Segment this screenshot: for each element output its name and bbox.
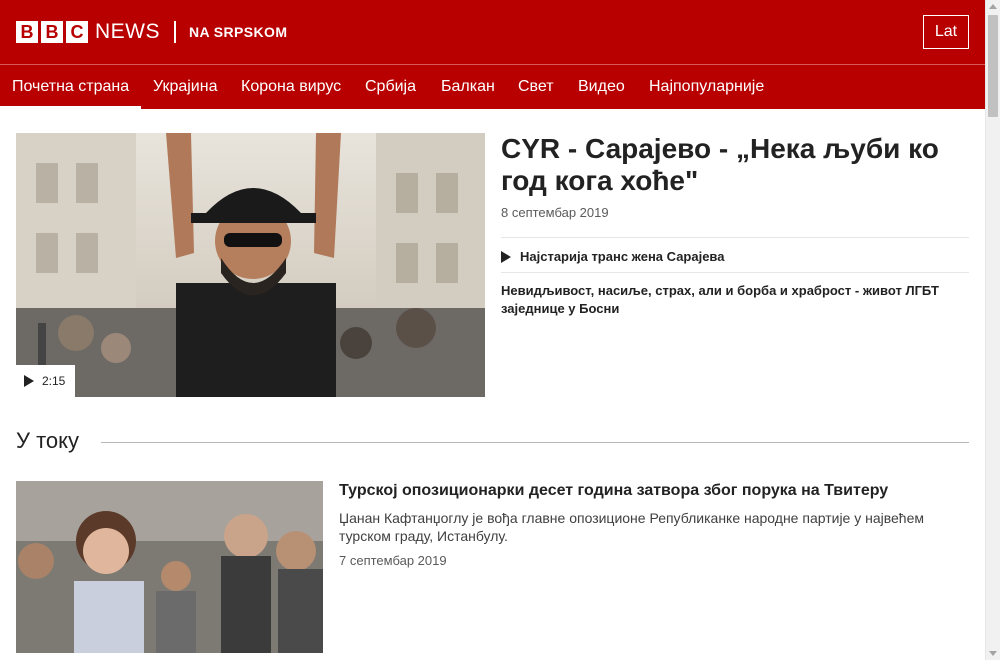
logo-subtitle: NA SRPSKOM: [189, 24, 288, 40]
section-divider: [101, 442, 969, 443]
bbc-blocks: B B C: [16, 21, 88, 43]
site-header: B B C NEWS NA SRPSKOM Lat: [0, 0, 985, 64]
nav-item-world[interactable]: Свет: [518, 65, 554, 109]
section-heading: У току: [16, 428, 80, 453]
bbc-news-logo[interactable]: B B C NEWS NA SRPSKOM: [16, 20, 287, 44]
nav-item-home[interactable]: Почетна страна: [0, 65, 142, 109]
story-headline[interactable]: Турској опозиционарки десет година затво…: [339, 481, 969, 501]
play-icon: [501, 251, 511, 263]
scroll-down-arrow-icon[interactable]: [989, 651, 997, 656]
photo-placeholder-icon: [16, 481, 323, 653]
related-video-title: Најстарија транс жена Сарајева: [520, 248, 725, 264]
hero-video-thumbnail[interactable]: 2:15: [16, 133, 485, 397]
nav-item-coronavirus[interactable]: Корона вирус: [241, 65, 341, 109]
nav-item-serbia[interactable]: Србија: [365, 65, 416, 109]
story-date: 7 септембар 2019: [339, 553, 447, 568]
hero-divider-2: [501, 272, 969, 273]
video-duration: 2:15: [42, 374, 66, 388]
scroll-up-arrow-icon[interactable]: [989, 4, 997, 9]
latin-script-button[interactable]: Lat: [923, 15, 969, 49]
hero-headline[interactable]: CYR - Сарајево - „Нека љуби ко год кога …: [501, 133, 969, 197]
story-summary: Џанан Кафтанџоглу је вођа главне опозици…: [339, 510, 925, 544]
hero-divider-1: [501, 237, 969, 238]
nav-item-ukraine[interactable]: Украјина: [153, 65, 217, 109]
video-duration-badge: 2:15: [16, 365, 75, 397]
logo-separator: [174, 21, 176, 43]
logo-news-text: NEWS: [95, 20, 160, 43]
related-article-link[interactable]: Невидљивост, насиље, страх, али и борба …: [501, 282, 969, 318]
story-thumbnail[interactable]: [16, 481, 323, 653]
logo-block-b2: B: [41, 21, 63, 43]
page-scrollbar[interactable]: [985, 0, 1000, 660]
nav-item-video[interactable]: Видео: [578, 65, 625, 109]
nav-item-most-popular[interactable]: Најпопуларније: [649, 65, 764, 109]
hero-date: 8 септембар 2019: [501, 205, 609, 220]
nav-item-balkans[interactable]: Балкан: [441, 65, 495, 109]
logo-block-c: C: [66, 21, 88, 43]
play-icon: [24, 375, 34, 387]
photo-placeholder-icon: [16, 133, 485, 397]
related-video-link[interactable]: Најстарија транс жена Сарајева: [501, 247, 724, 265]
scrollbar-thumb[interactable]: [988, 15, 998, 117]
main-navigation: Почетна страна Украјина Корона вирус Срб…: [0, 65, 985, 109]
logo-block-b1: B: [16, 21, 38, 43]
